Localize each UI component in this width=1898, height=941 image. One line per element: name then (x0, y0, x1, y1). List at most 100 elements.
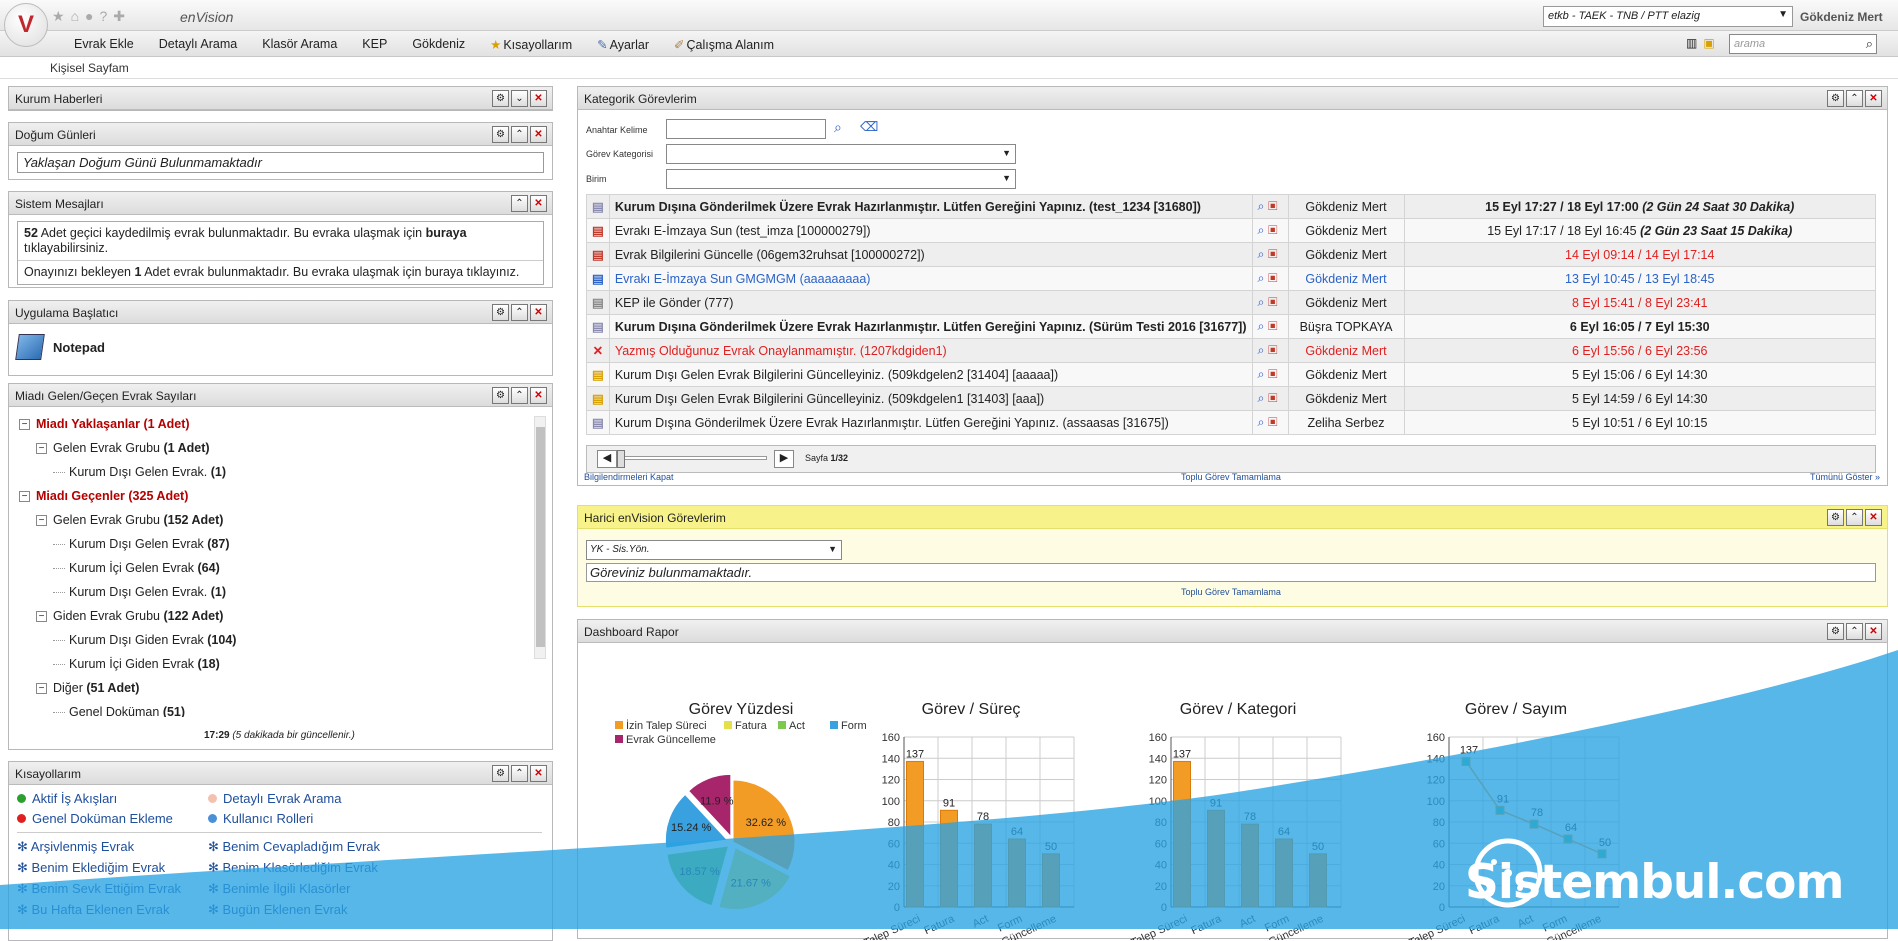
collapse-icon[interactable]: ⌃ (511, 765, 528, 782)
tree-node[interactable]: Kurum İçi Giden Evrak (18) (19, 652, 542, 676)
close-icon[interactable]: ✕ (530, 387, 547, 404)
tree-node[interactable]: Kurum Dışı Gelen Evrak (87) (19, 532, 542, 556)
collapse-icon[interactable]: ⌃ (1846, 90, 1863, 107)
unit-select[interactable]: etkb - TAEK - TNB / PTT elazig ▼ (1543, 6, 1793, 27)
task-row[interactable]: ▤ Evrak Bilgilerini Güncelle (06gem32ruhs… (586, 242, 1876, 267)
tree-node[interactable]: − Gelen Evrak Grubu (1 Adet) (19, 436, 542, 460)
tree-node[interactable]: − Miadı Yaklaşanlar (1 Adet) (19, 412, 542, 436)
settings-icon[interactable]: ⚙ (492, 765, 509, 782)
settings-icon[interactable]: ⚙ (1827, 509, 1844, 526)
show-all-link[interactable]: Tümünü Göster » (1810, 472, 1880, 482)
tree-toggle-icon[interactable]: − (36, 515, 47, 527)
tree-toggle-icon[interactable]: − (19, 419, 30, 431)
close-icon[interactable]: ✕ (1865, 509, 1882, 526)
unit-select[interactable]: ▼ (666, 169, 1016, 189)
settings-icon[interactable]: ⚙ (492, 90, 509, 107)
history-icon[interactable]: ▣ (1268, 199, 1278, 213)
preview-icon[interactable]: ⌕ (1258, 247, 1265, 261)
preview-icon[interactable]: ⌕ (1258, 415, 1265, 429)
settings-icon[interactable]: ⚙ (1827, 90, 1844, 107)
task-subject[interactable]: Evrakı E-İmzaya Sun GMGMGM (aaaaaaaaa) (608, 266, 1253, 291)
expand-icon[interactable]: ⌄ (511, 90, 528, 107)
shortcut-item[interactable]: ✻ Benim Sevk Ettiğim Evrak (17, 881, 181, 897)
menu-ayarlar[interactable]: ✎ Ayarlar (597, 37, 649, 52)
shortcut-item[interactable]: ✻ Benim Eklediğim Evrak (17, 860, 165, 876)
next-page-button[interactable]: ▶ (774, 450, 794, 468)
tree-toggle-icon[interactable]: − (36, 443, 47, 455)
close-icon[interactable]: ✕ (530, 765, 547, 782)
task-row[interactable]: ▤ Kurum Dışına Gönderilmek Üzere Evrak Ha… (586, 314, 1876, 339)
close-info-link[interactable]: Bilgilendirmeleri Kapat (584, 472, 674, 482)
tree-node[interactable]: − Diğer (51 Adet) (19, 676, 542, 700)
search-input[interactable]: arama ⌕ (1729, 34, 1877, 54)
tree-toggle-icon[interactable]: − (36, 611, 47, 623)
tree-node[interactable]: Kurum Dışı Giden Evrak (104) (19, 628, 542, 652)
task-row[interactable]: ▤ KEP ile Gönder (777) ⌕ ▣ Gökdeniz Mert 8 E… (586, 290, 1876, 315)
preview-icon[interactable]: ⌕ (1258, 391, 1265, 405)
barcode-icon[interactable]: ▥ (1686, 36, 1697, 50)
menu-calisma-alanim[interactable]: ✐ Çalışma Alanım (674, 37, 774, 52)
menu-evrak-ekle[interactable]: Evrak Ekle (74, 37, 134, 52)
history-icon[interactable]: ▣ (1268, 223, 1278, 237)
task-subject[interactable]: Evrak Bilgilerini Güncelle (06gem32ruhsa… (608, 242, 1253, 267)
history-icon[interactable]: ▣ (1268, 415, 1278, 429)
tree-toggle-icon[interactable]: − (19, 491, 30, 503)
page-slider[interactable] (617, 456, 767, 460)
task-row[interactable]: ▤ Evrakı E-İmzaya Sun GMGMGM (aaaaaaaaa) ⌕… (586, 266, 1876, 291)
approval-message[interactable]: Onayınızı bekleyen 1 Adet evrak bulunmak… (18, 261, 543, 284)
star-icon[interactable]: ★ (52, 8, 65, 25)
shortcut-item[interactable]: ✻ Bugün Eklenen Evrak (208, 902, 348, 918)
shortcut-item[interactable]: ✻ Benim Klasörlediğim Evrak (208, 860, 378, 876)
prev-page-button[interactable]: ◀ (597, 450, 617, 468)
collapse-icon[interactable]: ⌃ (511, 195, 528, 212)
task-row[interactable]: ▤ Kurum Dışına Gönderilmek Üzere Evrak Ha… (586, 410, 1876, 435)
task-subject[interactable]: Kurum Dışı Gelen Evrak Bilgilerini Günce… (608, 362, 1253, 387)
menu-klasor-arama[interactable]: Klasör Arama (262, 37, 337, 52)
page-slider-handle[interactable] (617, 450, 625, 468)
menu-detayli-arama[interactable]: Detaylı Arama (159, 37, 238, 52)
user-icon[interactable]: ● (85, 8, 93, 25)
task-subject[interactable]: Kurum Dışına Gönderilmek Üzere Evrak Haz… (608, 194, 1253, 219)
history-icon[interactable]: ▣ (1268, 391, 1278, 405)
task-row[interactable]: ✕ Yazmış Olduğunuz Evrak Onaylanmamıştır.… (586, 338, 1876, 363)
task-subject[interactable]: Kurum Dışı Gelen Evrak Bilgilerini Günce… (608, 386, 1253, 411)
task-row[interactable]: ▤ Kurum Dışı Gelen Evrak Bilgilerini Günc… (586, 386, 1876, 411)
menu-kisayollarim[interactable]: ★ Kısayollarım (490, 37, 572, 52)
settings-icon[interactable]: ⚙ (492, 304, 509, 321)
history-icon[interactable]: ▣ (1268, 271, 1278, 285)
settings-icon[interactable]: ⚙ (492, 126, 509, 143)
close-icon[interactable]: ✕ (1865, 623, 1882, 640)
menu-user[interactable]: Gökdeniz (412, 37, 465, 52)
settings-icon[interactable]: ⚙ (1827, 623, 1844, 640)
help-icon[interactable]: ? (100, 8, 108, 25)
tree-toggle-icon[interactable]: − (36, 683, 47, 695)
settings-icon[interactable]: ⚙ (492, 387, 509, 404)
shortcut-item[interactable]: Aktif İş Akışları (17, 791, 117, 806)
shortcut-item[interactable]: Kullanıcı Rolleri (208, 811, 313, 826)
note-icon[interactable]: ▣ (1703, 36, 1714, 50)
tree-node[interactable]: − Miadı Geçenler (325 Adet) (19, 484, 542, 508)
collapse-icon[interactable]: ⌃ (1846, 509, 1863, 526)
plugin-icon[interactable]: ✚ (113, 8, 125, 25)
task-subject[interactable]: Kurum Dışına Gönderilmek Üzere Evrak Haz… (608, 410, 1253, 435)
task-row[interactable]: ▤ Evrakı E-İmzaya Sun (test_imza [1000002… (586, 218, 1876, 243)
collapse-icon[interactable]: ⌃ (511, 387, 528, 404)
history-icon[interactable]: ▣ (1268, 319, 1278, 333)
close-icon[interactable]: ✕ (530, 90, 547, 107)
shortcut-item[interactable]: ✻ Bu Hafta Eklenen Evrak (17, 902, 170, 918)
tree-node[interactable]: Kurum İçi Gelen Evrak (64) (19, 556, 542, 580)
keyword-input[interactable] (666, 119, 826, 139)
close-icon[interactable]: ✕ (530, 126, 547, 143)
tree-node[interactable]: − Gelen Evrak Grubu (152 Adet) (19, 508, 542, 532)
home-icon[interactable]: ⌂ (71, 8, 79, 25)
close-icon[interactable]: ✕ (530, 304, 547, 321)
preview-icon[interactable]: ⌕ (1258, 271, 1265, 285)
history-icon[interactable]: ▣ (1268, 367, 1278, 381)
preview-icon[interactable]: ⌕ (1258, 319, 1265, 333)
scrollbar-thumb[interactable] (536, 427, 545, 647)
close-icon[interactable]: ✕ (530, 195, 547, 212)
shortcut-item[interactable]: ✻ Benim Cevapladığım Evrak (208, 839, 380, 855)
task-row[interactable]: ▤ Kurum Dışına Gönderilmek Üzere Evrak Ha… (586, 194, 1876, 219)
menu-kep[interactable]: KEP (362, 37, 387, 52)
user-name[interactable]: Gökdeniz Mert (1800, 10, 1883, 24)
